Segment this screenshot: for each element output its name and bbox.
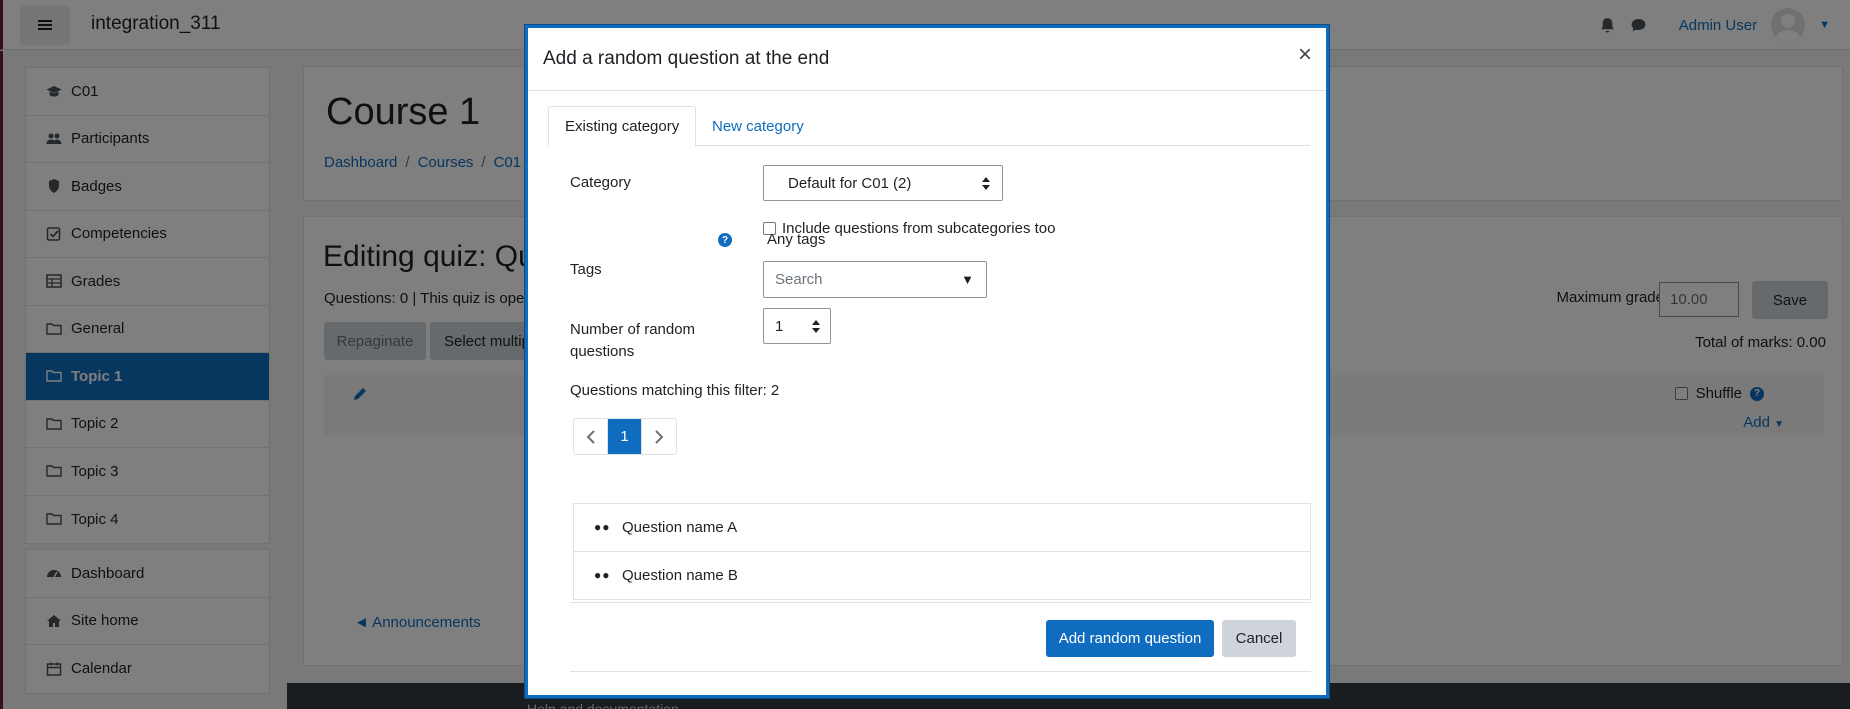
chevron-left-icon (586, 429, 595, 444)
category-tabs: Existing category New category (548, 106, 1310, 147)
any-tags-text: Any tags (767, 231, 826, 248)
category-select-value: Default for C01 (2) (788, 174, 912, 192)
number-random-value: 1 (775, 317, 784, 335)
dropdown-arrow-icon[interactable]: ▼ (961, 272, 974, 287)
modal-header: Add a random question at the end × (528, 28, 1326, 91)
tags-search-input[interactable]: Search ▼ (763, 261, 987, 298)
select-arrows-icon (812, 320, 820, 333)
number-random-label-line2: questions (570, 343, 635, 360)
tab-existing-category[interactable]: Existing category (548, 106, 697, 147)
bullet-icon: ●● (594, 568, 611, 583)
question-name: Question name A (622, 518, 738, 536)
tab-new-category[interactable]: New category (696, 106, 820, 147)
add-random-question-dialog: Add a random question at the end × Exist… (525, 25, 1329, 698)
add-random-question-button[interactable]: Add random question (1046, 620, 1214, 657)
tags-search-placeholder: Search (775, 271, 823, 288)
help-icon[interactable]: ? (718, 233, 732, 247)
divider (570, 671, 1311, 672)
number-random-label-line1: Number of random (570, 321, 696, 338)
number-random-select[interactable]: 1 (763, 308, 831, 344)
select-arrows-icon (982, 177, 990, 190)
bullet-icon: ●● (594, 520, 611, 535)
matching-count: Questions matching this filter: 2 (570, 382, 780, 399)
tags-label: Tags (570, 261, 602, 278)
question-name: Question name B (622, 566, 738, 584)
list-item: ●● Question name B (574, 552, 1310, 600)
page-1-button[interactable]: 1 (608, 419, 642, 454)
category-select[interactable]: Default for C01 (2) (763, 165, 1003, 201)
next-page-button[interactable] (642, 419, 676, 454)
question-list: ●● Question name A ●● Question name B (573, 503, 1311, 600)
modal-title: Add a random question at the end (543, 48, 830, 69)
prev-page-button[interactable] (574, 419, 608, 454)
list-item: ●● Question name A (574, 504, 1310, 552)
category-label: Category (570, 174, 631, 191)
number-random-label: Number of random questions (570, 319, 695, 363)
cancel-button[interactable]: Cancel (1222, 620, 1296, 657)
chevron-right-icon (655, 429, 664, 444)
divider (570, 602, 1311, 603)
close-icon[interactable]: × (1298, 43, 1312, 67)
pagination: 1 (573, 418, 677, 455)
